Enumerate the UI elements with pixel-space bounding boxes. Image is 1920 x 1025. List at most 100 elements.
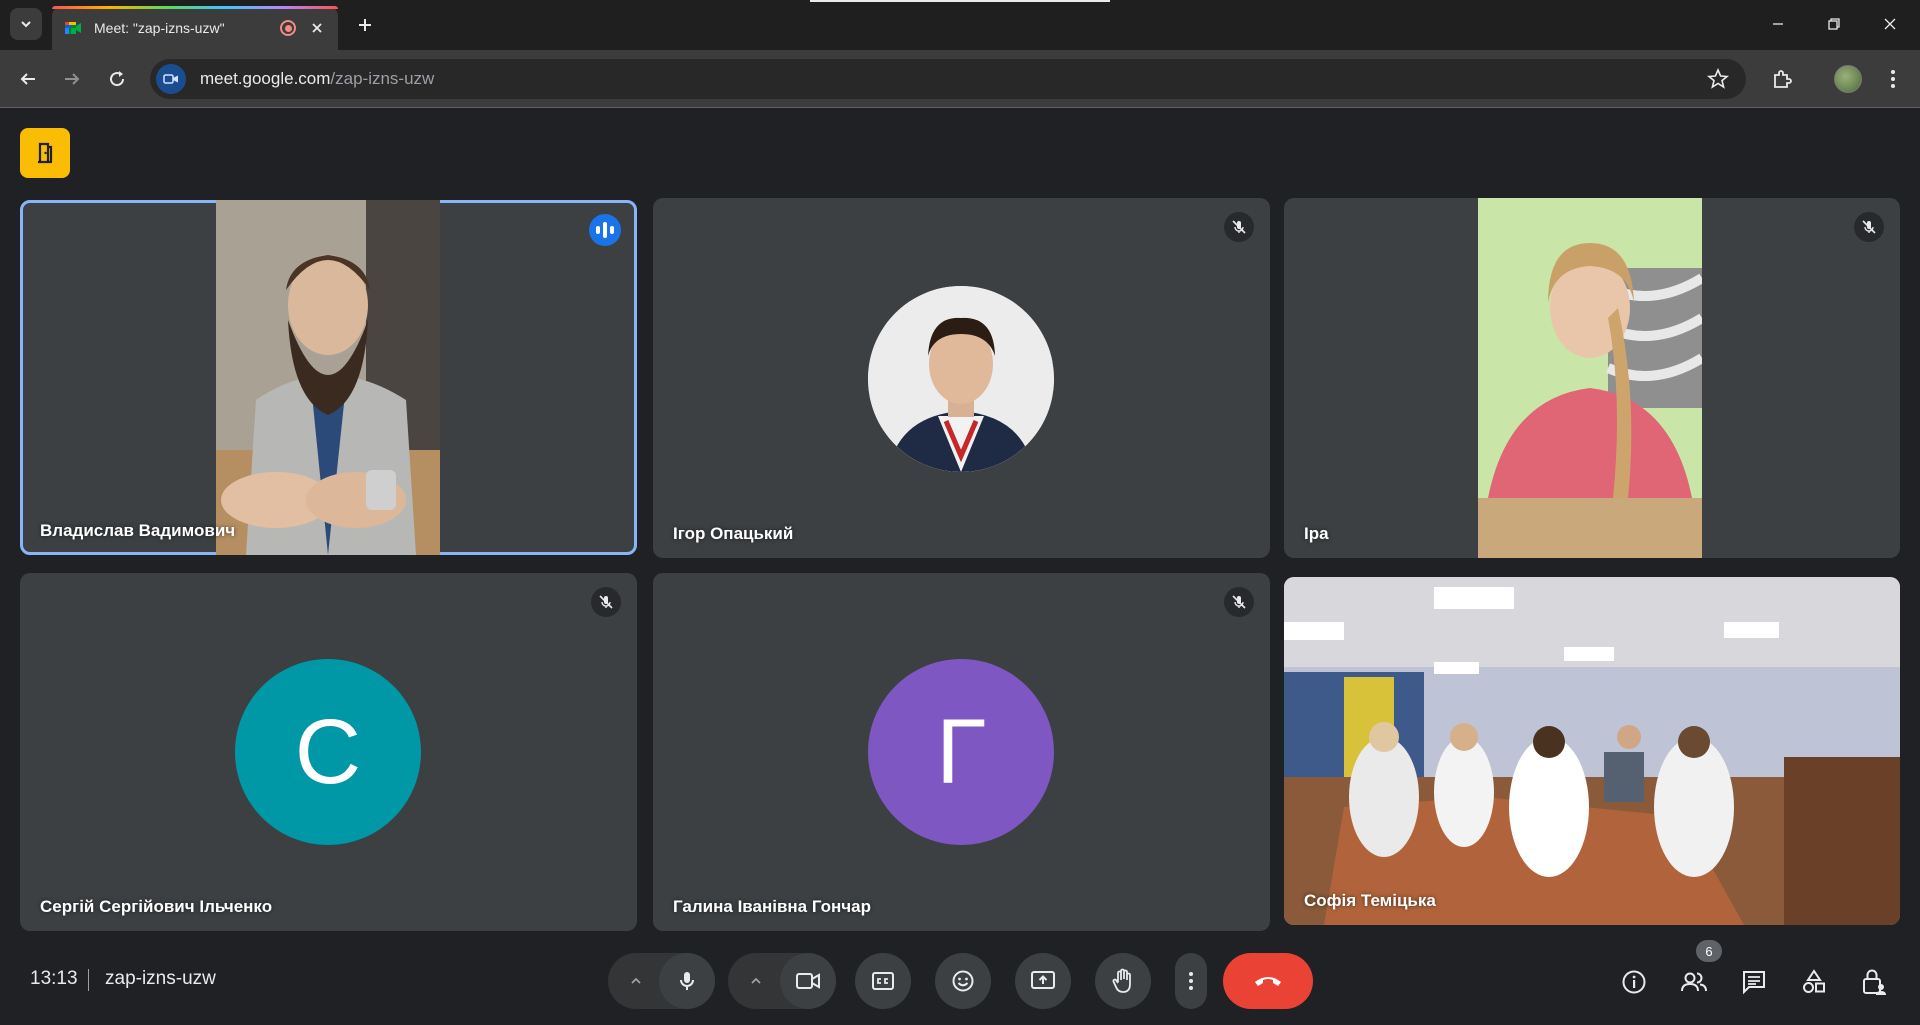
participant-name: Галина Іванівна Гончар [673, 897, 872, 916]
minimize-icon [1773, 23, 1783, 25]
participant-tile[interactable]: Іра [1284, 198, 1900, 558]
people-icon [1681, 972, 1707, 992]
reload-button[interactable] [101, 63, 133, 95]
recording-icon [280, 20, 296, 36]
leave-call-button[interactable] [1223, 953, 1313, 1009]
raise-hand-icon [1112, 968, 1131, 993]
restore-button[interactable] [1806, 0, 1862, 48]
extensions-button[interactable] [1766, 63, 1798, 95]
video-frame-image [1284, 577, 1900, 925]
mic-off-indicator [591, 587, 621, 617]
mic-off-icon [599, 595, 613, 609]
participant-initial-avatar: Г [868, 659, 1054, 845]
participant-initial-avatar: С [235, 659, 421, 845]
meeting-controls-bar: 13:13 zap-izns-uzw 6 [0, 940, 1920, 1025]
site-info-button[interactable] [156, 64, 186, 94]
restore-icon [1828, 18, 1840, 30]
window-close-button[interactable] [1862, 0, 1918, 48]
captions-button[interactable] [855, 953, 911, 1009]
microphone-icon [680, 972, 694, 990]
puzzle-piece-icon [1774, 70, 1792, 88]
video-frame-image [216, 200, 440, 555]
tab-search-button[interactable] [10, 8, 42, 40]
divider [88, 969, 89, 991]
speaking-indicator-icon [589, 214, 621, 246]
avatar-image [868, 286, 1054, 472]
audio-options-button[interactable] [616, 953, 656, 1009]
reactions-button[interactable] [935, 953, 991, 1009]
forward-button[interactable] [56, 63, 88, 95]
bookmark-star-icon[interactable] [1706, 67, 1730, 91]
participant-tile[interactable]: Владислав Вадимович [20, 200, 637, 555]
participant-tile[interactable]: Софія Теміцька [1284, 577, 1900, 925]
microphone-button[interactable] [659, 953, 715, 1009]
tab-recording-indicator-bar [52, 6, 338, 9]
more-options-button[interactable] [1175, 953, 1207, 1009]
host-controls-button[interactable] [20, 128, 70, 178]
meet-favicon-icon [65, 22, 81, 34]
address-bar[interactable]: meet.google.com/zap-izns-uzw [150, 59, 1746, 99]
video-frame-image [1478, 198, 1705, 558]
browser-tab-strip: Meet: "zap-izns-uzw" [0, 0, 1920, 50]
minimize-button[interactable] [1750, 0, 1806, 48]
mic-off-icon [1862, 220, 1876, 234]
chevron-up-icon [751, 977, 761, 984]
profile-avatar[interactable] [1834, 65, 1862, 93]
present-screen-icon [1031, 971, 1055, 989]
video-camera-icon [163, 74, 178, 84]
closed-captions-icon [872, 972, 894, 990]
url-path: /zap-izns-uzw [330, 69, 435, 88]
url-host: meet.google.com [200, 69, 331, 88]
browser-tab-meet[interactable]: Meet: "zap-izns-uzw" [52, 6, 338, 50]
plus-icon [359, 19, 371, 31]
participant-tile[interactable]: С Сергій Сергійович Ільченко [20, 573, 637, 931]
activities-button[interactable] [1792, 960, 1836, 1004]
mic-off-icon [1232, 595, 1246, 609]
door-icon [38, 142, 53, 164]
participant-video [216, 200, 440, 555]
participant-name: Іра [1304, 524, 1329, 543]
back-button[interactable] [12, 63, 44, 95]
meeting-code: zap-izns-uzw [105, 968, 216, 989]
browser-menu-button[interactable] [1877, 63, 1909, 95]
close-icon [312, 23, 322, 33]
mic-off-icon [1232, 220, 1246, 234]
mic-off-indicator [1224, 212, 1254, 242]
browser-toolbar: meet.google.com/zap-izns-uzw [0, 50, 1920, 108]
tab-title: Meet: "zap-izns-uzw" [94, 20, 225, 36]
participant-name: Сергій Сергійович Ільченко [40, 897, 273, 916]
meeting-details-button[interactable] [1612, 960, 1656, 1004]
participant-photo-avatar [868, 286, 1054, 472]
window-drag-indicator [810, 0, 1110, 2]
participant-video [1284, 577, 1900, 925]
url-text: meet.google.com/zap-izns-uzw [200, 69, 434, 89]
hang-up-icon [1255, 977, 1281, 986]
info-icon [1622, 970, 1646, 994]
chat-icon [1743, 971, 1765, 995]
tab-close-button[interactable] [308, 19, 326, 37]
host-controls-lock-button[interactable] [1852, 960, 1896, 1004]
camera-button[interactable] [780, 953, 836, 1009]
lock-person-icon [1863, 969, 1886, 995]
arrow-right-icon [65, 73, 80, 85]
video-camera-icon [796, 973, 820, 989]
participant-tile[interactable]: Ігор Опацький [653, 198, 1270, 558]
participant-video [1478, 198, 1705, 558]
participant-tile[interactable]: Г Галина Іванівна Гончар [653, 573, 1270, 931]
emoji-icon [952, 970, 974, 992]
chat-button[interactable] [1732, 960, 1776, 1004]
present-screen-button[interactable] [1015, 953, 1071, 1009]
close-icon [1884, 18, 1896, 30]
mic-off-indicator [1854, 212, 1884, 242]
raise-hand-button[interactable] [1095, 953, 1151, 1009]
people-button[interactable] [1672, 960, 1716, 1004]
participant-name: Ігор Опацький [673, 524, 794, 543]
new-tab-button[interactable] [350, 10, 380, 40]
chevron-down-icon [21, 21, 31, 28]
mic-off-indicator [1224, 587, 1254, 617]
arrow-left-icon [20, 73, 35, 85]
reload-icon [110, 71, 125, 87]
participant-name: Владислав Вадимович [40, 521, 236, 540]
participant-name: Софія Теміцька [1304, 891, 1436, 910]
video-options-button[interactable] [736, 953, 776, 1009]
